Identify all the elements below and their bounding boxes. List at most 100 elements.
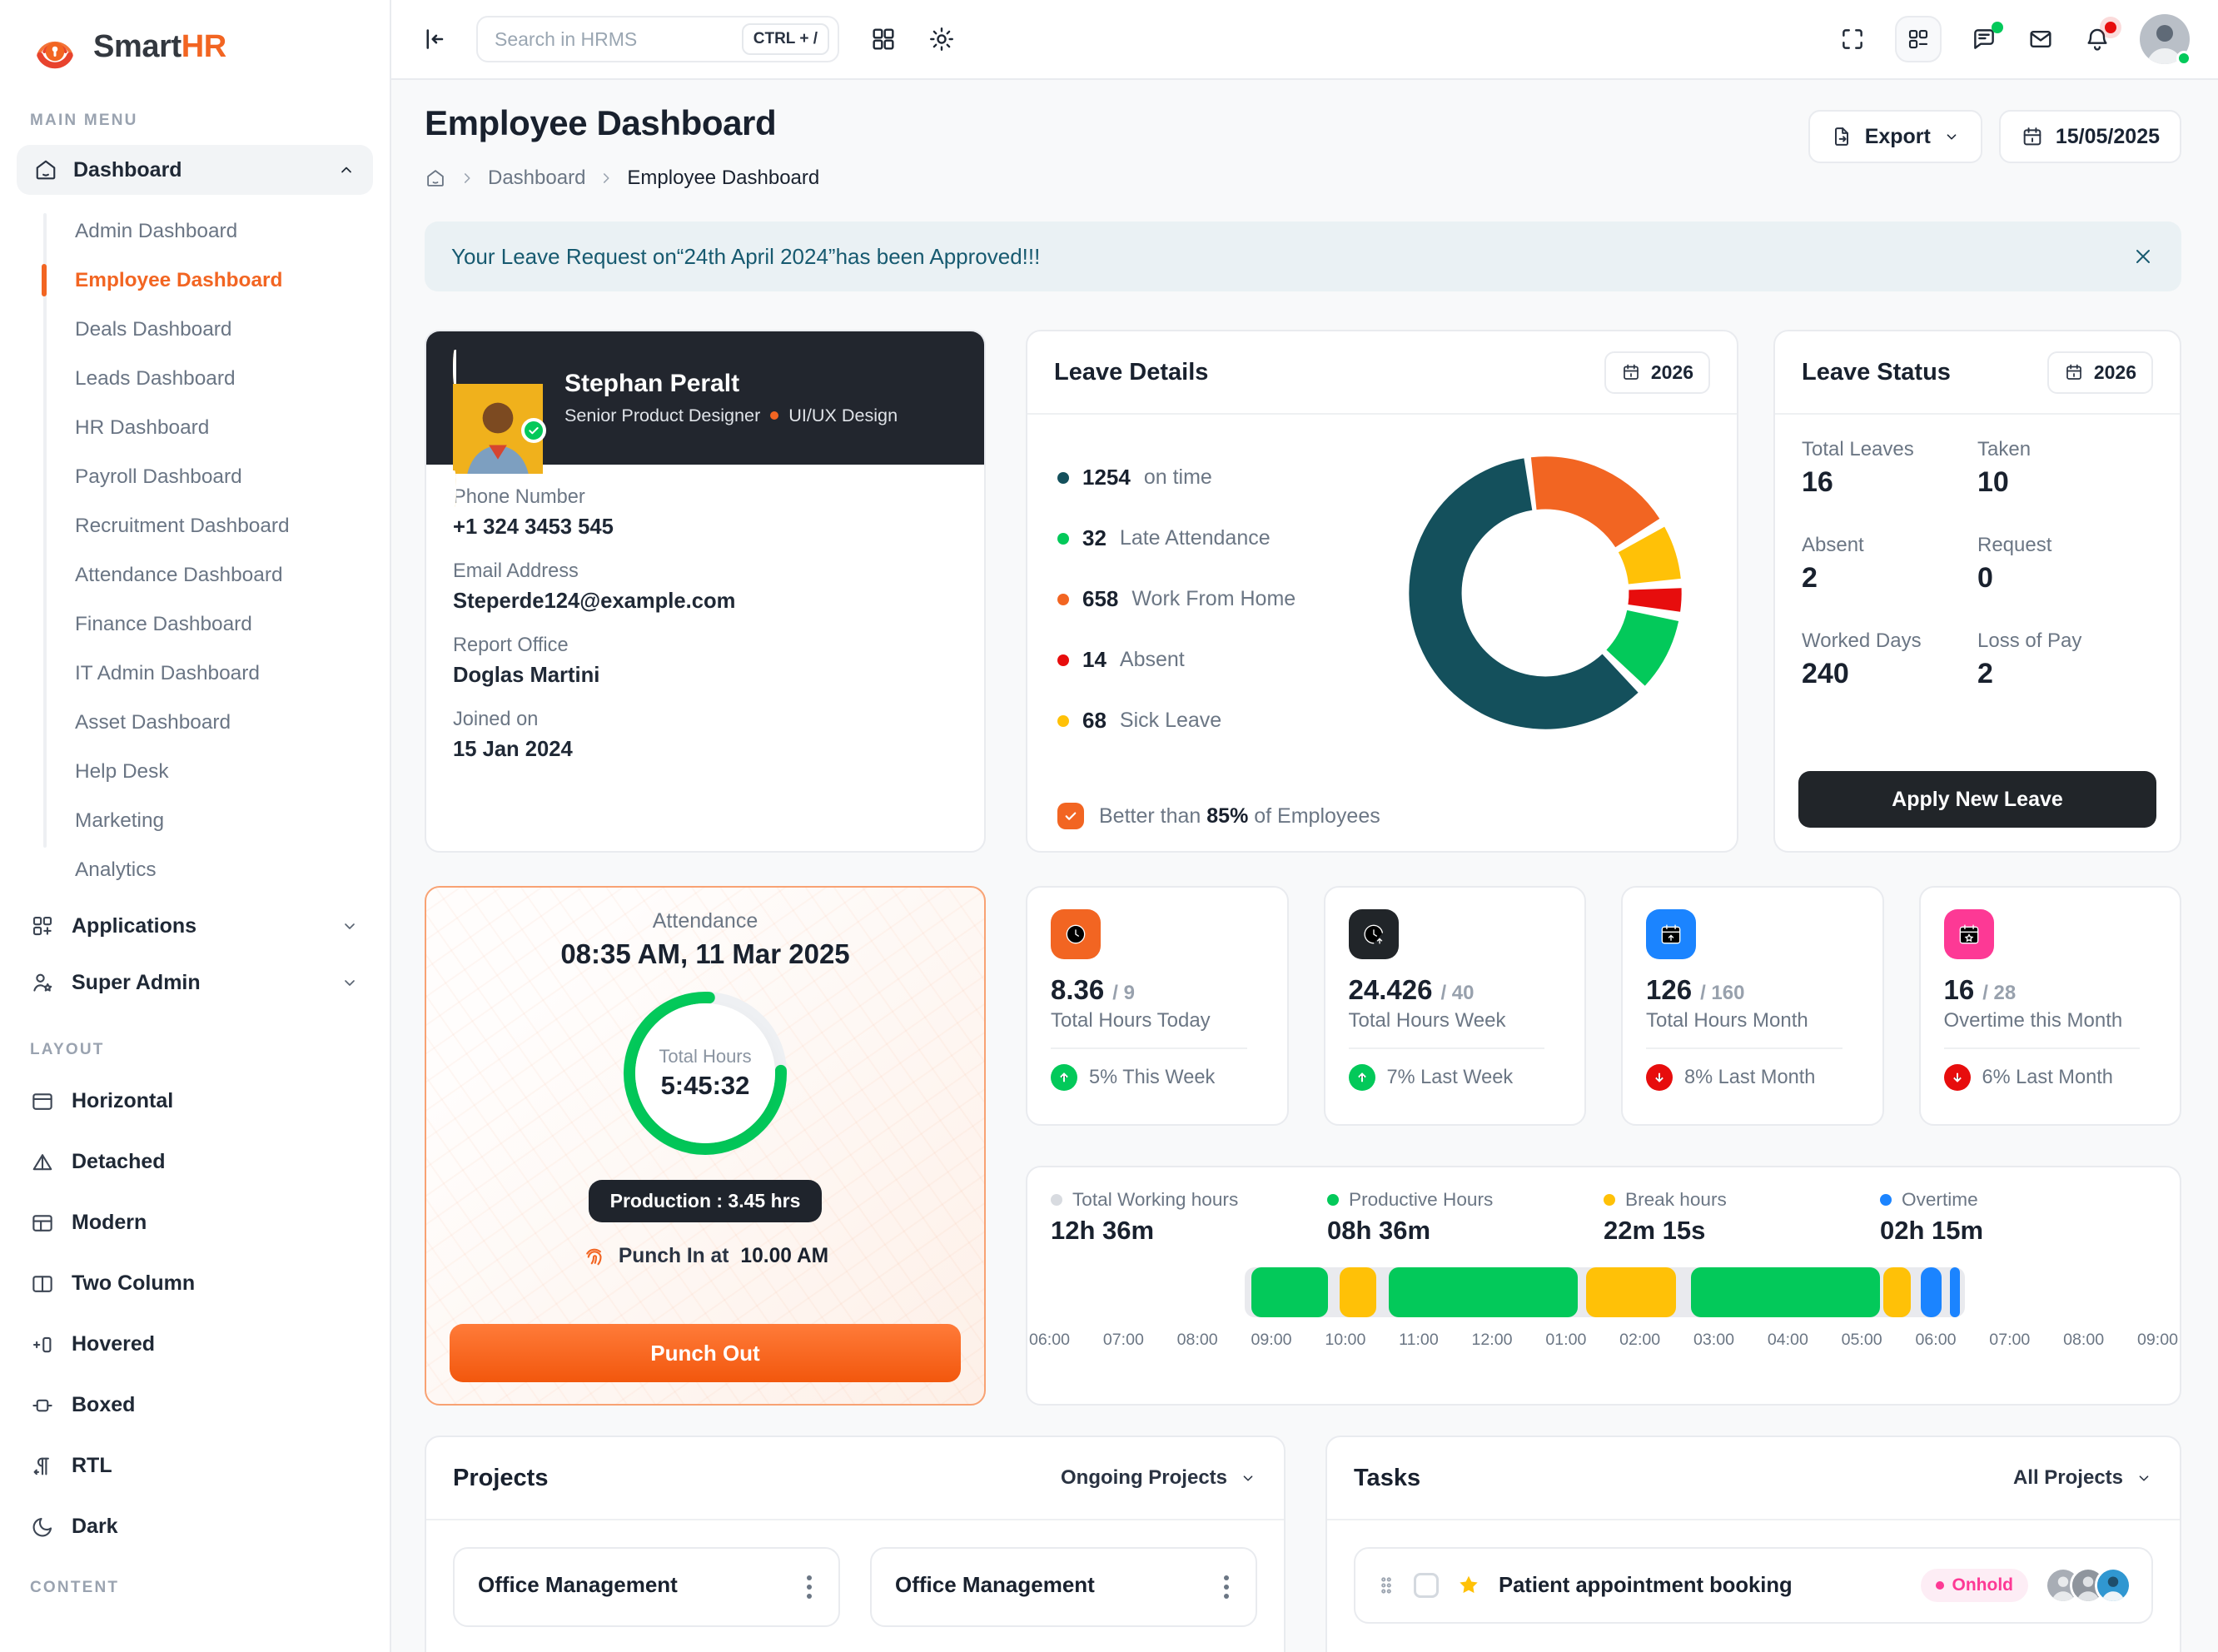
sidebar-subitem-label: IT Admin Dashboard <box>75 662 260 685</box>
project-card[interactable]: Office Management <box>870 1547 1257 1627</box>
legend-row: 14 Absent <box>1057 647 1295 673</box>
search-input[interactable] <box>495 28 742 51</box>
task-row[interactable]: Patient appointment booking Onhold <box>1354 1547 2153 1624</box>
task-checkbox[interactable] <box>1414 1573 1439 1598</box>
breadcrumb-current: Employee Dashboard <box>627 167 819 190</box>
project-card[interactable]: Office Management <box>453 1547 840 1627</box>
search-shortcut: CTRL + / <box>742 23 829 55</box>
sidebar-layout-item[interactable]: Hovered <box>0 1314 390 1375</box>
leave-details-header: Leave Details 2026 <box>1027 331 1737 415</box>
timeline-legend-label: Productive Hours <box>1349 1189 1493 1211</box>
kebab-menu-icon[interactable] <box>803 1572 815 1602</box>
sidebar-subitem[interactable]: Help Desk <box>0 747 390 796</box>
sidebar-layout-item[interactable]: Horizontal <box>0 1071 390 1132</box>
sidebar-layout-item[interactable]: RTL <box>0 1436 390 1496</box>
sidebar-subitem[interactable]: Employee Dashboard <box>0 256 390 305</box>
sidebar-layout-item[interactable]: Boxed <box>0 1375 390 1436</box>
star-icon[interactable] <box>1455 1572 1482 1599</box>
stats-row: 8.36 / 9 Total Hours Today 5% This Week … <box>1026 886 2181 1126</box>
projects-filter[interactable]: Ongoing Projects <box>1061 1466 1257 1490</box>
export-button[interactable]: Export <box>1808 110 1982 163</box>
sidebar-subitem[interactable]: Deals Dashboard <box>0 305 390 354</box>
employee-name: Stephan Peralt <box>564 370 898 398</box>
sidebar-subitem-label: Attendance Dashboard <box>75 564 283 587</box>
sidebar-subitem[interactable]: Analytics <box>0 845 390 894</box>
legend-dot <box>1057 472 1069 484</box>
chevron-up-icon <box>336 160 356 180</box>
apps-grid-icon[interactable] <box>869 25 898 53</box>
drag-handle-icon[interactable] <box>1375 1573 1397 1598</box>
sidebar-subitem[interactable]: Payroll Dashboard <box>0 452 390 501</box>
settings-gear-icon[interactable] <box>927 25 956 53</box>
timeline-tick: 11:00 <box>1399 1331 1439 1350</box>
timeline-tick: 05:00 <box>1842 1331 1882 1350</box>
brand-logo[interactable]: SmartHR <box>0 0 390 85</box>
dashboard-switch-button[interactable] <box>1895 16 1942 62</box>
mail-icon[interactable] <box>2027 25 2055 53</box>
sidebar-subitem[interactable]: Attendance Dashboard <box>0 550 390 600</box>
kebab-menu-icon[interactable] <box>1221 1572 1232 1602</box>
dashboard-grid-icon <box>1906 27 1931 52</box>
sidebar-subitem[interactable]: Asset Dashboard <box>0 698 390 747</box>
timeline-legend-label: Break hours <box>1625 1189 1727 1211</box>
stat-label: Total Hours Today <box>1051 1009 1264 1032</box>
chat-button[interactable] <box>1970 25 1998 53</box>
sidebar-subitem[interactable]: IT Admin Dashboard <box>0 649 390 698</box>
sidebar-layout-item[interactable]: Modern <box>0 1192 390 1253</box>
sidebar-subitem[interactable]: Admin Dashboard <box>0 206 390 256</box>
main-area: CTRL + / <box>391 0 2218 1652</box>
sidebar-menu-item[interactable]: Super Admin <box>0 954 390 1011</box>
fullscreen-icon[interactable] <box>1838 25 1867 53</box>
working-hours-card: Total Working hours 12h 36m Productive H… <box>1026 1166 2181 1406</box>
sidebar-layout-item[interactable]: Detached <box>0 1132 390 1192</box>
sidebar-subitem[interactable]: Marketing <box>0 796 390 845</box>
sidebar-submenu: Admin Dashboard Employee Dashboard Deals… <box>0 203 390 898</box>
date-picker-button[interactable]: 15/05/2025 <box>1999 110 2181 163</box>
legend-dot <box>1604 1194 1615 1206</box>
project-name: Office Management <box>895 1572 1095 1598</box>
sidebar-subitem[interactable]: HR Dashboard <box>0 403 390 452</box>
sidebar-subitem[interactable]: Recruitment Dashboard <box>0 501 390 550</box>
sidebar-subitem-label: Admin Dashboard <box>75 220 237 243</box>
smarthr-logo-icon <box>30 22 80 72</box>
selected-date: 15/05/2025 <box>2056 125 2160 149</box>
arrow-down-icon <box>1646 1064 1673 1091</box>
user-avatar[interactable] <box>2140 14 2190 64</box>
stat-trend: 7% Last Week <box>1387 1067 1514 1089</box>
apply-new-leave-button[interactable]: Apply New Leave <box>1798 771 2156 828</box>
timeline-segment <box>1691 1267 1880 1317</box>
sidebar-item-dashboard[interactable]: Dashboard <box>17 145 373 195</box>
leave-details-year-button[interactable]: 2026 <box>1604 351 1710 394</box>
sidebar-layout-item[interactable]: Two Column <box>0 1253 390 1314</box>
timeline-tick: 07:00 <box>1103 1331 1144 1350</box>
sidebar-collapse-icon[interactable] <box>420 24 450 54</box>
sidebar-subitem[interactable]: Leads Dashboard <box>0 354 390 403</box>
sidebar-dashboard-label: Dashboard <box>73 158 182 182</box>
breadcrumb-home-icon[interactable] <box>425 167 446 189</box>
legend-dot <box>1057 533 1069 545</box>
breadcrumb-parent[interactable]: Dashboard <box>488 167 585 190</box>
close-icon[interactable] <box>2131 245 2155 268</box>
leave-status-grid: Total Leaves 16 Taken 10 Absent 2 R <box>1775 415 2180 690</box>
notifications-button[interactable] <box>2083 25 2111 53</box>
stat-card: 126 / 160 Total Hours Month 8% Last Mont… <box>1621 886 1884 1126</box>
punch-out-button[interactable]: Punch Out <box>450 1324 961 1382</box>
sidebar-subitem-label: Marketing <box>75 809 164 833</box>
timeline-tick: 09:00 <box>2137 1331 2178 1350</box>
legend-dot <box>1880 1194 1892 1206</box>
fingerprint-icon <box>582 1244 607 1269</box>
sidebar-layout-item[interactable]: Dark <box>0 1496 390 1557</box>
timeline-tick: 03:00 <box>1693 1331 1734 1350</box>
leave-status-year-button[interactable]: 2026 <box>2047 351 2153 394</box>
search-box[interactable]: CTRL + / <box>476 16 839 62</box>
timeline-tick: 01:00 <box>1545 1331 1586 1350</box>
employee-field: Report Office Doglas Martini <box>453 634 957 688</box>
sidebar-menu-item[interactable]: Applications <box>0 898 390 954</box>
projects-title: Projects <box>453 1465 548 1492</box>
leave-stat-label: Worked Days <box>1802 629 1977 653</box>
sidebar-subitem[interactable]: Finance Dashboard <box>0 600 390 649</box>
arrow-up-icon <box>1349 1064 1375 1091</box>
punch-in-note: Punch In at 10.00 AM <box>426 1244 984 1269</box>
field-label: Report Office <box>453 634 957 657</box>
tasks-filter[interactable]: All Projects <box>2013 1466 2153 1490</box>
